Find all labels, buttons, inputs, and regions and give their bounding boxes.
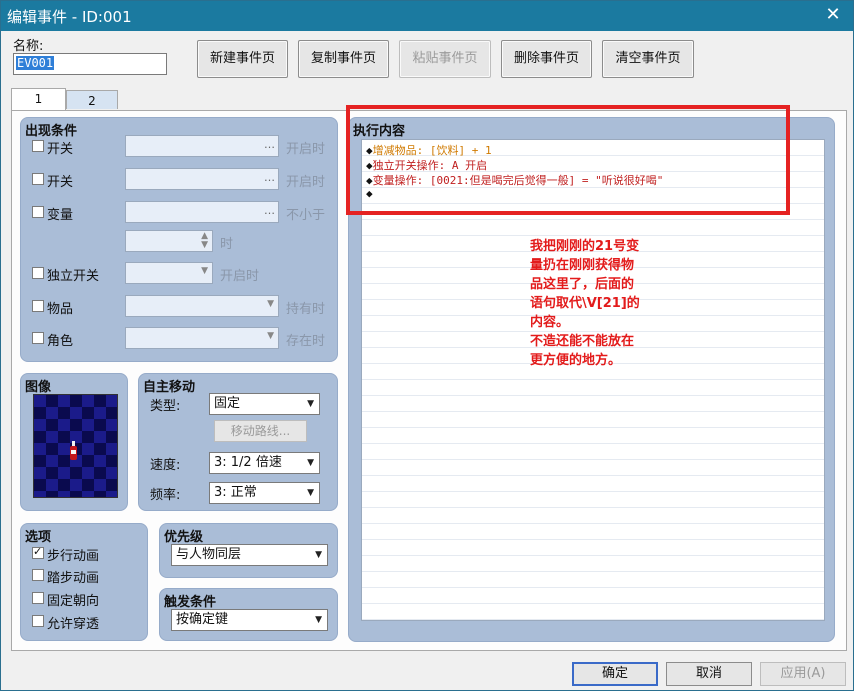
paste-page-button[interactable]: 粘贴事件页 [399, 40, 491, 78]
item-label: 物品 [47, 302, 74, 317]
chevron-down-icon: ▼ [201, 266, 208, 276]
variable-value-suffix: 时 [220, 237, 234, 252]
movement-type-value: 固定 [214, 396, 241, 411]
chevron-down-icon: ▼ [307, 458, 314, 468]
conditions-title: 出现条件 [25, 124, 78, 139]
through-label: 允许穿透 [47, 617, 100, 632]
tab-page-2[interactable]: 2 [66, 90, 118, 109]
speed-label: 速度: [150, 458, 181, 473]
through-checkbox[interactable] [32, 615, 44, 627]
move-route-button[interactable]: 移动路线... [214, 420, 307, 442]
priority-value: 与人物同层 [176, 547, 242, 562]
priority-title: 优先级 [164, 530, 204, 545]
switch2-checkbox[interactable] [32, 173, 44, 185]
variable-checkbox[interactable] [32, 206, 44, 218]
speed-value: 3: 1/2 倍速 [214, 455, 282, 470]
clear-page-button[interactable]: 清空事件页 [602, 40, 694, 78]
title-bar: 编辑事件 - ID:001 ✕ [1, 1, 853, 31]
switch2-label: 开关 [47, 175, 74, 190]
switch1-suffix: 开启时 [286, 142, 326, 157]
self-switch-suffix: 开启时 [220, 269, 260, 284]
frequency-label: 频率: [150, 488, 181, 503]
event-image[interactable] [33, 394, 118, 498]
switch1-checkbox[interactable] [32, 140, 44, 152]
trigger-title: 触发条件 [164, 595, 217, 610]
trigger-value: 按确定键 [176, 612, 229, 627]
priority-select[interactable]: 与人物同层 ▼ [171, 544, 328, 566]
item-select[interactable]: ▼ [125, 295, 279, 317]
window-title: 编辑事件 - ID:001 [7, 8, 132, 26]
chevron-down-icon: ▼ [267, 299, 274, 309]
self-switch-checkbox[interactable] [32, 267, 44, 279]
apply-button[interactable]: 应用(A) [760, 662, 846, 686]
direction-fix-label: 固定朝向 [47, 594, 100, 609]
chevron-down-icon: ▼ [307, 488, 314, 498]
ellipsis-icon: … [264, 171, 275, 184]
cancel-button[interactable]: 取消 [666, 662, 752, 686]
movement-title: 自主移动 [143, 380, 196, 395]
chevron-down-icon: ▼ [315, 550, 322, 560]
item-suffix: 持有时 [286, 302, 326, 317]
walk-anim-label: 步行动画 [47, 549, 100, 564]
movement-type-select[interactable]: 固定 ▼ [209, 393, 320, 415]
tab-page-1[interactable]: 1 [11, 88, 66, 111]
self-switch-select[interactable]: ▼ [125, 262, 213, 284]
copy-page-button[interactable]: 复制事件页 [298, 40, 389, 78]
trigger-select[interactable]: 按确定键 ▼ [171, 609, 328, 631]
chevron-down-icon: ▼ [315, 615, 322, 625]
name-label: 名称: [13, 39, 44, 54]
variable-value-spinner[interactable]: ▲ ▼ [125, 230, 213, 252]
highlight-annotation-box [346, 105, 790, 215]
actor-suffix: 存在时 [286, 334, 326, 349]
switch2-suffix: 开启时 [286, 175, 326, 190]
actor-label: 角色 [47, 334, 74, 349]
name-value: EV001 [16, 56, 55, 70]
walk-anim-checkbox[interactable] [32, 545, 44, 559]
options-title: 选项 [25, 530, 52, 545]
variable-label: 变量 [47, 208, 74, 223]
variable-suffix: 不小于 [286, 208, 326, 223]
step-anim-label: 踏步动画 [47, 571, 100, 586]
step-anim-checkbox[interactable] [32, 569, 44, 581]
annotation-note: 我把刚刚的21号变 量扔在刚刚获得物 品这里了，后面的 语句取代\V[21]的 … [530, 239, 640, 368]
actor-checkbox[interactable] [32, 332, 44, 344]
self-switch-label: 独立开关 [47, 269, 100, 284]
bottle-sprite-icon [70, 441, 77, 460]
direction-fix-checkbox[interactable] [32, 592, 44, 604]
speed-select[interactable]: 3: 1/2 倍速 ▼ [209, 452, 320, 474]
switch1-label: 开关 [47, 142, 74, 157]
image-title: 图像 [25, 380, 52, 395]
ellipsis-icon: … [264, 204, 275, 217]
variable-field[interactable]: … [125, 201, 279, 223]
event-editor-window: 编辑事件 - ID:001 ✕ 名称: EV001 新建事件页 复制事件页 粘贴… [0, 0, 854, 691]
delete-page-button[interactable]: 删除事件页 [501, 40, 592, 78]
chevron-down-icon: ▼ [307, 399, 314, 409]
frequency-value: 3: 正常 [214, 485, 257, 500]
item-checkbox[interactable] [32, 300, 44, 312]
name-field[interactable]: EV001 [13, 53, 167, 75]
spinner-down-icon[interactable]: ▼ [201, 240, 208, 250]
movement-type-label: 类型: [150, 399, 181, 414]
ellipsis-icon: … [264, 138, 275, 151]
actor-select[interactable]: ▼ [125, 327, 279, 349]
ok-button[interactable]: 确定 [572, 662, 658, 686]
switch1-field[interactable]: … [125, 135, 279, 157]
new-page-button[interactable]: 新建事件页 [197, 40, 288, 78]
chevron-down-icon: ▼ [267, 331, 274, 341]
close-icon[interactable]: ✕ [821, 4, 845, 28]
frequency-select[interactable]: 3: 正常 ▼ [209, 482, 320, 504]
switch2-field[interactable]: … [125, 168, 279, 190]
